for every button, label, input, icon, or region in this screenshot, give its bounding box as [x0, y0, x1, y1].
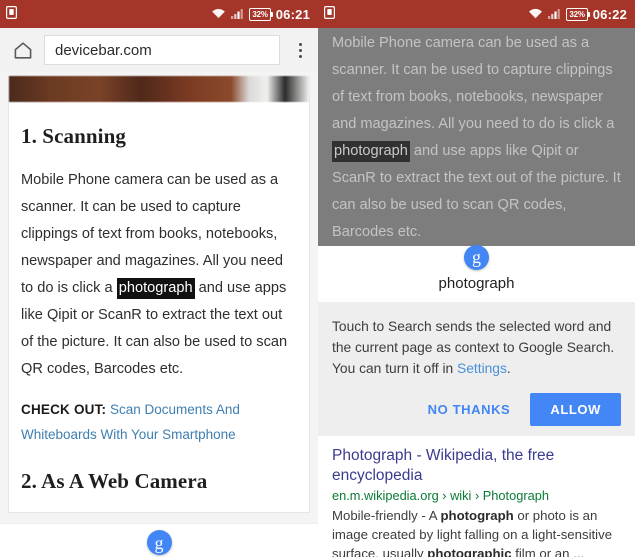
- left-status-bar: 32% 06:21: [0, 0, 318, 28]
- article-heading-2: 2. As A Web Camera: [21, 469, 208, 493]
- search-results-list: Photograph - Wikipedia, the free encyclo…: [318, 435, 635, 557]
- dimmed-text-pre: Mobile Phone camera can be used as a sca…: [332, 35, 615, 132]
- snippet-pre: Mobile-friendly - A: [332, 507, 441, 523]
- selected-word-highlight[interactable]: photograph: [332, 141, 410, 162]
- battery-indicator: 32%: [566, 7, 591, 21]
- snippet-bold-2: photographic: [427, 545, 512, 557]
- right-phone-screen: 32% 06:22 Mobile Phone camera can be use…: [318, 0, 635, 557]
- sim-card-icon: [6, 6, 18, 22]
- selected-word-highlight[interactable]: photograph: [116, 278, 195, 299]
- article-heading-1: 1. Scanning: [21, 124, 126, 148]
- google-glyph: g: [472, 247, 481, 267]
- wifi-icon: [211, 7, 226, 22]
- no-thanks-button[interactable]: NO THANKS: [418, 394, 521, 425]
- url-text: devicebar.com: [55, 41, 152, 59]
- snippet-bold-1: photograph: [440, 507, 514, 523]
- home-icon[interactable]: [8, 35, 38, 65]
- right-touch-to-search-bar[interactable]: g photograph: [318, 244, 635, 302]
- article-photo-strip: [9, 76, 309, 102]
- right-touch-to-search-panel: g photograph Touch to Search sends the s…: [318, 244, 635, 557]
- left-browser-toolbar: devicebar.com: [0, 28, 318, 72]
- article-card: 1. Scanning Mobile Phone camera can be u…: [8, 76, 310, 513]
- right-status-bar: 32% 06:22: [318, 0, 635, 28]
- checkout-line: CHECK OUT: Scan Documents And Whiteboard…: [21, 397, 297, 447]
- sim-card-icon: [324, 6, 336, 22]
- wifi-icon: [528, 7, 543, 22]
- snippet-post: film or an ...: [511, 545, 585, 557]
- left-phone-screen: 32% 06:21 devicebar.com 1. Scanning Mobi…: [0, 0, 318, 557]
- result-title[interactable]: Photograph - Wikipedia, the free encyclo…: [332, 446, 621, 486]
- battery-indicator: 32%: [249, 7, 274, 21]
- promo-text-post: .: [506, 360, 511, 376]
- left-touch-to-search-bar[interactable]: g photograph: [0, 523, 318, 557]
- google-logo-icon: g: [146, 530, 172, 555]
- google-logo-icon: g: [464, 244, 489, 270]
- touch-to-search-word: photograph: [438, 274, 515, 292]
- cell-signal-icon: [231, 7, 244, 22]
- touch-to-search-promo-card: Touch to Search sends the selected word …: [318, 301, 635, 436]
- google-glyph: g: [154, 532, 164, 553]
- result-snippet: Mobile-friendly - A photograph or photo …: [332, 506, 621, 557]
- right-dimmed-webview[interactable]: Mobile Phone camera can be used as a sca…: [318, 28, 635, 246]
- checkout-label: CHECK OUT:: [21, 402, 107, 417]
- article-paragraph: Mobile Phone camera can be used as a sca…: [21, 167, 297, 383]
- result-url: en.m.wikipedia.org › wiki › Photograph: [332, 487, 549, 503]
- overflow-menu-icon[interactable]: [286, 35, 314, 65]
- search-result-item[interactable]: Photograph - Wikipedia, the free encyclo…: [332, 446, 621, 557]
- left-webview[interactable]: 1. Scanning Mobile Phone camera can be u…: [0, 72, 318, 523]
- settings-link[interactable]: Settings: [457, 361, 507, 376]
- dimmed-paragraph: Mobile Phone camera can be used as a sca…: [332, 30, 621, 246]
- dual-phone-screenshot: 32% 06:21 devicebar.com 1. Scanning Mobi…: [0, 0, 635, 557]
- allow-button[interactable]: ALLOW: [530, 392, 621, 426]
- url-bar[interactable]: devicebar.com: [44, 35, 280, 65]
- promo-text: Touch to Search sends the selected word …: [332, 316, 621, 379]
- promo-button-row: NO THANKS ALLOW: [332, 392, 621, 426]
- status-clock: 06:21: [275, 6, 310, 22]
- dimmed-article-text: Mobile Phone camera can be used as a sca…: [318, 28, 635, 246]
- status-clock: 06:22: [592, 6, 627, 22]
- cell-signal-icon: [548, 7, 561, 22]
